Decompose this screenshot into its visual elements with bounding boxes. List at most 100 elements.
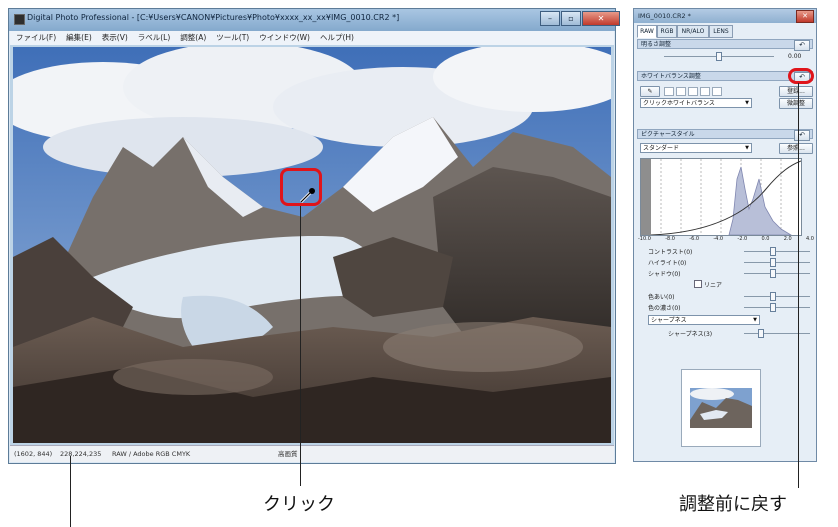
sharpness-select-value: シャープネス [651, 317, 687, 324]
wb-register-button[interactable]: 登録... [779, 86, 813, 97]
reset-caption: 調整前に戻す [679, 494, 787, 515]
tone-curve-histogram[interactable] [640, 158, 802, 236]
tick-label: 4.0 [805, 236, 814, 242]
hue-slider[interactable] [744, 296, 810, 297]
picture-style-section-header: ピクチャースタイル [637, 129, 813, 139]
wb-slot[interactable] [700, 87, 710, 96]
shadow-label: シャドウ(0) [648, 271, 681, 278]
window-controls: – ▫ ✕ [539, 11, 620, 26]
tab-lens[interactable]: LENS [709, 25, 733, 38]
sharpness-slider-handle[interactable] [758, 329, 764, 338]
menu-edit[interactable]: 編集(E) [66, 31, 92, 45]
chevron-down-icon: ▼ [753, 317, 757, 323]
tick-label: -4.0 [713, 236, 724, 242]
highlight-slider-handle[interactable] [770, 258, 776, 267]
tick-label: 0.0 [761, 236, 770, 242]
highlight-label: ハイライト(0) [648, 260, 687, 267]
click-callout-line [300, 206, 301, 486]
shadow-slider[interactable] [744, 273, 810, 274]
wb-slot[interactable] [664, 87, 674, 96]
sharpness-label: シャープネス(3) [668, 331, 713, 338]
contrast-slider[interactable] [744, 251, 810, 252]
brightness-value: 0.00 [788, 53, 802, 60]
hue-slider-handle[interactable] [770, 292, 776, 301]
linear-checkbox[interactable] [694, 280, 702, 288]
status-color-info: RAW / Adobe RGB CMYK [112, 450, 191, 458]
contrast-label: コントラスト(0) [648, 249, 693, 256]
close-button[interactable]: ✕ [582, 11, 620, 26]
tab-rgb[interactable]: RGB [657, 25, 677, 38]
histogram-axis: -10.0 -8.0 -6.0 -4.0 -2.0 0.0 2.0 4.0 [638, 236, 814, 244]
tool-close-button[interactable]: ✕ [796, 10, 814, 23]
wb-slot[interactable] [676, 87, 686, 96]
tick-label: -2.0 [737, 236, 748, 242]
wb-fine-tune-button[interactable]: 微調整 [779, 98, 813, 109]
status-coords: (1602, 844) [14, 450, 53, 458]
hue-label: 色あい(0) [648, 294, 675, 301]
menu-help[interactable]: ヘルプ(H) [320, 31, 354, 45]
picture-style-value: スタンダード [643, 145, 680, 152]
brightness-section-header: 明るさ調整 [637, 39, 813, 49]
minimize-button[interactable]: – [540, 11, 560, 26]
saturation-label: 色の濃さ(0) [648, 305, 681, 312]
menu-adjust[interactable]: 調整(A) [180, 31, 206, 45]
sharpness-slider[interactable] [744, 333, 810, 334]
photo-view[interactable] [13, 47, 611, 443]
white-balance-section-header: ホワイトバランス調整 [637, 71, 813, 81]
eyedropper-icon: ✎ [647, 88, 653, 95]
picture-style-browse-button[interactable]: 参照... [779, 143, 813, 154]
mountain-photo [13, 47, 611, 443]
menu-bar: ファイル(F) 編集(E) 表示(V) ラベル(L) 調整(A) ツール(T) … [10, 31, 614, 45]
menu-window[interactable]: ウインドウ(W) [259, 31, 310, 45]
menu-tools[interactable]: ツール(T) [216, 31, 249, 45]
tab-nr-alo[interactable]: NR/ALO [677, 25, 709, 38]
tool-title: IMG_0010.CR2 * [638, 12, 691, 20]
reset-callout-line [798, 83, 799, 488]
tick-label: -8.0 [665, 236, 675, 242]
menu-label[interactable]: ラベル(L) [138, 31, 171, 45]
click-highlight [280, 168, 322, 206]
status-bar: (1602, 844) 228,224,235 RAW / Adobe RGB … [10, 445, 614, 462]
title-bar[interactable]: Digital Photo Professional - [C:¥Users¥C… [9, 9, 620, 31]
wb-slot[interactable] [712, 87, 722, 96]
picture-style-select[interactable]: スタンダード ▼ [640, 143, 752, 153]
chevron-down-icon: ▼ [745, 145, 749, 151]
white-balance-label: ホワイトバランス調整 [641, 73, 701, 80]
wb-slot-group [664, 87, 724, 96]
highlight-slider[interactable] [744, 262, 810, 263]
sharpness-select[interactable]: シャープネス ▼ [648, 315, 760, 325]
wb-select-value: クリックホワイトバランス [643, 100, 715, 107]
brightness-slider-handle[interactable] [716, 52, 722, 61]
status-callout-line [70, 456, 71, 527]
picture-style-reset-icon[interactable]: ↶ [794, 130, 810, 141]
chevron-down-icon: ▼ [745, 100, 749, 106]
saturation-slider[interactable] [744, 307, 810, 308]
status-quality: 高画質 [278, 450, 298, 458]
eyedropper-button[interactable]: ✎ [640, 86, 660, 97]
menu-view[interactable]: 表示(V) [102, 31, 128, 45]
menu-file[interactable]: ファイル(F) [16, 31, 56, 45]
tool-palette: IMG_0010.CR2 * ✕ RAW RGB NR/ALO LENS 明るさ… [633, 8, 817, 462]
picture-style-label: ピクチャースタイル [641, 131, 695, 138]
window-title: Digital Photo Professional - [C:¥Users¥C… [27, 13, 400, 22]
contrast-slider-handle[interactable] [770, 247, 776, 256]
brightness-label: 明るさ調整 [641, 41, 672, 48]
tick-label: 2.0 [783, 236, 792, 242]
shadow-slider-handle[interactable] [770, 269, 776, 278]
tool-title-bar[interactable]: IMG_0010.CR2 * ✕ [634, 9, 816, 23]
tab-raw[interactable]: RAW [637, 25, 657, 38]
app-icon [14, 14, 25, 25]
main-window: Digital Photo Professional - [C:¥Users¥C… [8, 8, 620, 464]
linear-label: リニア [704, 282, 723, 289]
maximize-button[interactable]: ▫ [561, 11, 581, 26]
tick-label: -10.0 [638, 236, 651, 242]
click-caption: クリック [263, 494, 335, 515]
tick-label: -6.0 [689, 236, 700, 242]
status-rgb: 228,224,235 [60, 450, 102, 458]
reset-highlight [788, 68, 814, 84]
wb-select[interactable]: クリックホワイトバランス ▼ [640, 98, 752, 108]
wb-slot[interactable] [688, 87, 698, 96]
saturation-slider-handle[interactable] [770, 303, 776, 312]
brightness-reset-icon[interactable]: ↶ [794, 40, 810, 51]
navigator-thumbnail[interactable] [681, 369, 761, 447]
